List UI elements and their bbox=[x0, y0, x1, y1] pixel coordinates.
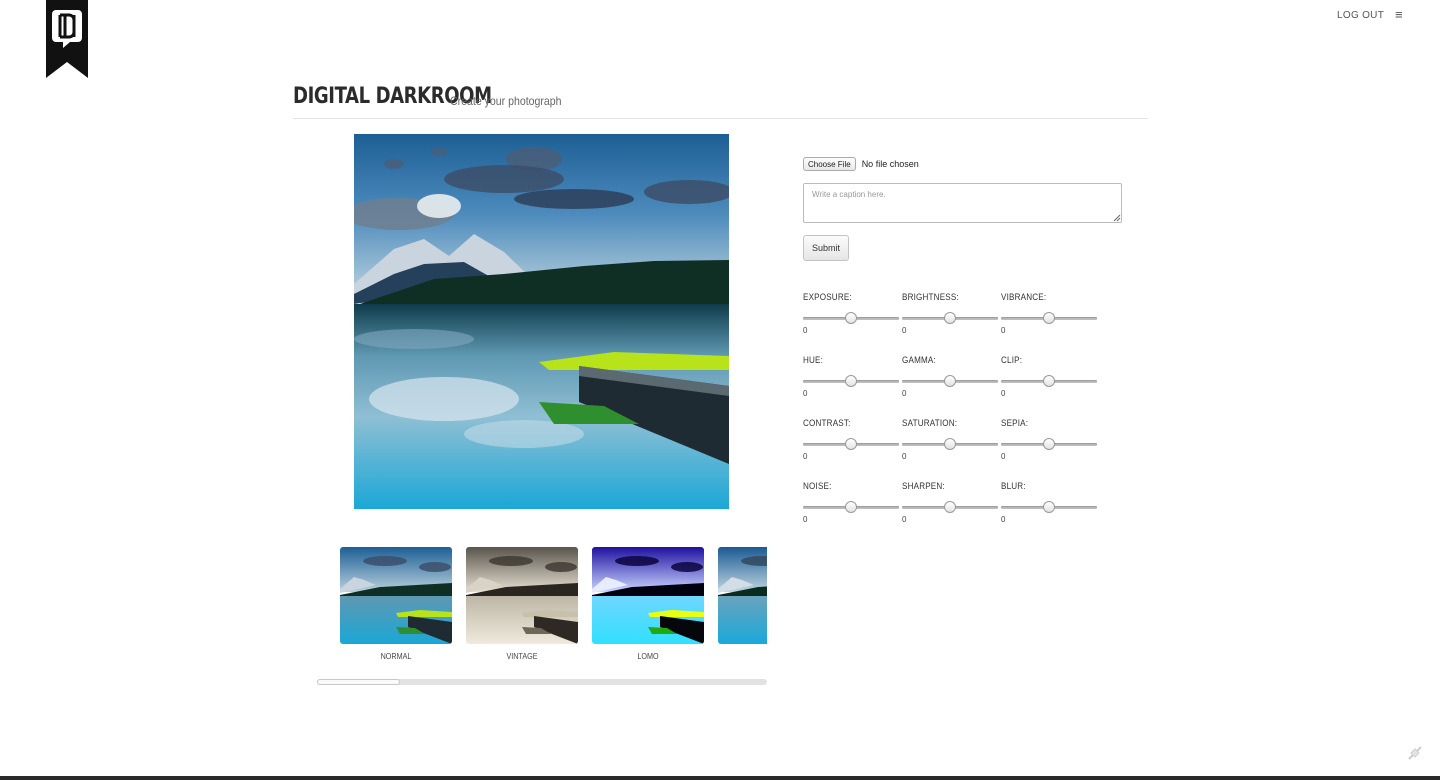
slider-track[interactable] bbox=[1001, 501, 1097, 513]
slider-label: NOISE: bbox=[803, 481, 832, 491]
slider-value: 0 bbox=[803, 326, 808, 335]
slider-track[interactable] bbox=[902, 375, 998, 387]
slider-label: VIBRANCE: bbox=[1001, 292, 1047, 302]
slider-thumb[interactable] bbox=[1043, 375, 1055, 387]
choose-file-button[interactable]: Choose File bbox=[803, 157, 856, 171]
slider-saturation: SATURATION: 0 bbox=[902, 418, 998, 462]
bottom-border bbox=[0, 776, 1440, 780]
filter-vintage[interactable]: VINTAGE bbox=[466, 547, 578, 661]
slider-value: 0 bbox=[803, 515, 808, 524]
slider-value: 0 bbox=[902, 326, 907, 335]
slider-label: BLUR: bbox=[1001, 481, 1026, 491]
filter-normal[interactable]: NORMAL bbox=[340, 547, 452, 661]
slider-label: SHARPEN: bbox=[902, 481, 945, 491]
filter-thumbnail[interactable] bbox=[340, 547, 452, 644]
slider-value: 0 bbox=[1001, 389, 1006, 398]
slider-track[interactable] bbox=[803, 312, 899, 324]
slider-label: HUE: bbox=[803, 355, 824, 365]
file-status-text: No file chosen bbox=[861, 159, 919, 169]
slider-brightness: BRIGHTNESS: 0 bbox=[902, 292, 998, 336]
filter-scrollbar[interactable] bbox=[317, 679, 767, 685]
slider-thumb[interactable] bbox=[845, 375, 857, 387]
slider-exposure: EXPOSURE: 0 bbox=[803, 292, 899, 336]
page-subtitle: Create your photograph bbox=[450, 94, 562, 108]
slider-clip: CLIP: 0 bbox=[1001, 355, 1097, 399]
slider-thumb[interactable] bbox=[845, 438, 857, 450]
slider-label: CONTRAST: bbox=[803, 418, 851, 428]
slider-label: SATURATION: bbox=[902, 418, 958, 428]
feedback-pencil-icon[interactable] bbox=[1407, 745, 1423, 761]
slider-hue: HUE: 0 bbox=[803, 355, 899, 399]
filter-label: VINTAGE bbox=[506, 652, 538, 661]
filter-label: CL bbox=[724, 652, 767, 661]
logo-ribbon[interactable] bbox=[46, 0, 88, 78]
slider-vibrance: VIBRANCE: 0 bbox=[1001, 292, 1097, 336]
slider-value: 0 bbox=[1001, 452, 1006, 461]
slider-value: 0 bbox=[902, 389, 907, 398]
slider-label: EXPOSURE: bbox=[803, 292, 852, 302]
filter-clarity[interactable]: CL bbox=[718, 547, 767, 661]
slider-track[interactable] bbox=[803, 375, 899, 387]
slider-thumb[interactable] bbox=[845, 312, 857, 324]
filter-scrollbar-thumb[interactable] bbox=[317, 679, 400, 685]
resize-grip-icon[interactable] bbox=[1113, 214, 1121, 222]
slider-thumb[interactable] bbox=[1043, 501, 1055, 513]
filter-thumbnail[interactable] bbox=[592, 547, 704, 644]
filter-thumbnail[interactable] bbox=[718, 547, 767, 644]
filter-strip: NORMAL VINTAGE LOMO CL bbox=[317, 540, 767, 670]
slider-value: 0 bbox=[902, 452, 907, 461]
slider-value: 0 bbox=[1001, 326, 1006, 335]
submit-button[interactable]: Submit bbox=[803, 235, 849, 261]
slider-gamma: GAMMA: 0 bbox=[902, 355, 998, 399]
slider-label: GAMMA: bbox=[902, 355, 936, 365]
slider-sharpen: SHARPEN: 0 bbox=[902, 481, 998, 525]
slider-thumb[interactable] bbox=[1043, 438, 1055, 450]
slider-track[interactable] bbox=[803, 438, 899, 450]
slider-track[interactable] bbox=[1001, 312, 1097, 324]
slider-value: 0 bbox=[803, 389, 808, 398]
slider-value: 0 bbox=[902, 515, 907, 524]
caption-textarea[interactable] bbox=[803, 183, 1122, 223]
filter-thumbnail[interactable] bbox=[466, 547, 578, 644]
slider-label: SEPIA: bbox=[1001, 418, 1029, 428]
slider-thumb[interactable] bbox=[944, 501, 956, 513]
slider-value: 0 bbox=[1001, 515, 1006, 524]
slider-label: BRIGHTNESS: bbox=[902, 292, 959, 302]
slider-blur: BLUR: 0 bbox=[1001, 481, 1097, 525]
filter-label: LOMO bbox=[637, 652, 659, 661]
slider-thumb[interactable] bbox=[944, 438, 956, 450]
slider-noise: NOISE: 0 bbox=[803, 481, 899, 525]
slider-track[interactable] bbox=[803, 501, 899, 513]
slider-label: CLIP: bbox=[1001, 355, 1023, 365]
slider-thumb[interactable] bbox=[845, 501, 857, 513]
slider-track[interactable] bbox=[1001, 375, 1097, 387]
page-header: DIGITAL DARKROOM Create your photograph bbox=[293, 82, 1148, 119]
filter-label: NORMAL bbox=[380, 652, 412, 661]
slider-thumb[interactable] bbox=[944, 312, 956, 324]
file-input-row: Choose File No file chosen bbox=[803, 155, 919, 173]
slider-thumb[interactable] bbox=[944, 375, 956, 387]
main-photo-preview bbox=[354, 134, 729, 509]
slider-track[interactable] bbox=[1001, 438, 1097, 450]
hamburger-menu-icon[interactable]: ≡ bbox=[1395, 8, 1403, 22]
slider-track[interactable] bbox=[902, 312, 998, 324]
slider-value: 0 bbox=[803, 452, 808, 461]
filter-lomo[interactable]: LOMO bbox=[592, 547, 704, 661]
logout-link[interactable]: LOG OUT bbox=[1337, 10, 1384, 21]
slider-track[interactable] bbox=[902, 501, 998, 513]
slider-contrast: CONTRAST: 0 bbox=[803, 418, 899, 462]
slider-track[interactable] bbox=[902, 438, 998, 450]
slider-thumb[interactable] bbox=[1043, 312, 1055, 324]
slider-sepia: SEPIA: 0 bbox=[1001, 418, 1097, 462]
